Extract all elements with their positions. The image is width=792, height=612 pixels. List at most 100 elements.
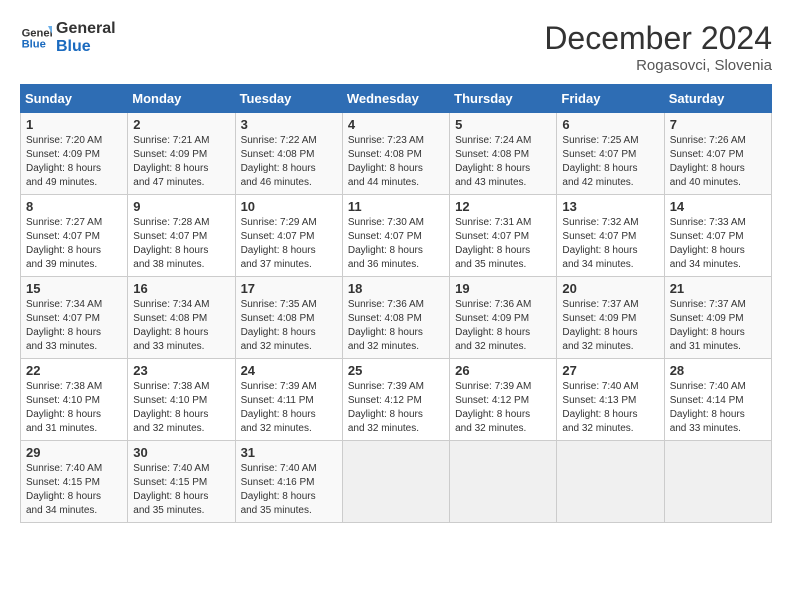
day-info: Sunrise: 7:36 AM Sunset: 4:09 PM Dayligh… (455, 298, 551, 354)
daylight-label: Daylight: 8 hoursand 31 minutes. (670, 327, 745, 352)
calendar-cell: 26 Sunrise: 7:39 AM Sunset: 4:12 PM Dayl… (450, 359, 557, 441)
sunset-label: Sunset: 4:08 PM (348, 149, 422, 160)
sunset-label: Sunset: 4:07 PM (670, 149, 744, 160)
daylight-label: Daylight: 8 hoursand 31 minutes. (26, 409, 101, 434)
sunset-label: Sunset: 4:08 PM (241, 313, 315, 324)
calendar-cell: 24 Sunrise: 7:39 AM Sunset: 4:11 PM Dayl… (235, 359, 342, 441)
day-number: 26 (455, 363, 551, 378)
day-info: Sunrise: 7:35 AM Sunset: 4:08 PM Dayligh… (241, 298, 337, 354)
day-info: Sunrise: 7:39 AM Sunset: 4:11 PM Dayligh… (241, 380, 337, 436)
daylight-label: Daylight: 8 hoursand 37 minutes. (241, 245, 316, 270)
sunset-label: Sunset: 4:11 PM (241, 395, 314, 406)
daylight-label: Daylight: 8 hoursand 32 minutes. (241, 327, 316, 352)
calendar-cell: 28 Sunrise: 7:40 AM Sunset: 4:14 PM Dayl… (664, 359, 771, 441)
day-number: 27 (562, 363, 658, 378)
daylight-label: Daylight: 8 hoursand 32 minutes. (348, 327, 423, 352)
sunrise-label: Sunrise: 7:40 AM (670, 381, 746, 392)
day-number: 7 (670, 117, 766, 132)
sunrise-label: Sunrise: 7:40 AM (133, 463, 209, 474)
calendar-cell: 13 Sunrise: 7:32 AM Sunset: 4:07 PM Dayl… (557, 195, 664, 277)
daylight-label: Daylight: 8 hoursand 43 minutes. (455, 163, 530, 188)
daylight-label: Daylight: 8 hoursand 34 minutes. (26, 491, 101, 516)
sunrise-label: Sunrise: 7:40 AM (26, 463, 102, 474)
header-row: Sunday Monday Tuesday Wednesday Thursday… (21, 85, 772, 113)
daylight-label: Daylight: 8 hoursand 47 minutes. (133, 163, 208, 188)
daylight-label: Daylight: 8 hoursand 35 minutes. (241, 491, 316, 516)
day-info: Sunrise: 7:22 AM Sunset: 4:08 PM Dayligh… (241, 134, 337, 190)
day-info: Sunrise: 7:26 AM Sunset: 4:07 PM Dayligh… (670, 134, 766, 190)
calendar-cell: 11 Sunrise: 7:30 AM Sunset: 4:07 PM Dayl… (342, 195, 449, 277)
sunset-label: Sunset: 4:09 PM (562, 313, 636, 324)
calendar-row: 22 Sunrise: 7:38 AM Sunset: 4:10 PM Dayl… (21, 359, 772, 441)
sunset-label: Sunset: 4:07 PM (670, 231, 744, 242)
calendar-cell: 25 Sunrise: 7:39 AM Sunset: 4:12 PM Dayl… (342, 359, 449, 441)
calendar-cell: 19 Sunrise: 7:36 AM Sunset: 4:09 PM Dayl… (450, 277, 557, 359)
day-info: Sunrise: 7:30 AM Sunset: 4:07 PM Dayligh… (348, 216, 444, 272)
sunset-label: Sunset: 4:15 PM (133, 477, 207, 488)
sunrise-label: Sunrise: 7:29 AM (241, 217, 317, 228)
daylight-label: Daylight: 8 hoursand 44 minutes. (348, 163, 423, 188)
day-number: 4 (348, 117, 444, 132)
day-info: Sunrise: 7:37 AM Sunset: 4:09 PM Dayligh… (670, 298, 766, 354)
day-info: Sunrise: 7:29 AM Sunset: 4:07 PM Dayligh… (241, 216, 337, 272)
sunrise-label: Sunrise: 7:38 AM (26, 381, 102, 392)
sunset-label: Sunset: 4:07 PM (241, 231, 315, 242)
logo: General Blue General Blue (20, 20, 116, 55)
sunset-label: Sunset: 4:07 PM (26, 231, 100, 242)
sunset-label: Sunset: 4:09 PM (455, 313, 529, 324)
calendar-cell: 7 Sunrise: 7:26 AM Sunset: 4:07 PM Dayli… (664, 113, 771, 195)
calendar-cell (450, 441, 557, 523)
day-info: Sunrise: 7:21 AM Sunset: 4:09 PM Dayligh… (133, 134, 229, 190)
day-info: Sunrise: 7:40 AM Sunset: 4:16 PM Dayligh… (241, 462, 337, 518)
sunset-label: Sunset: 4:07 PM (26, 313, 100, 324)
calendar-cell: 15 Sunrise: 7:34 AM Sunset: 4:07 PM Dayl… (21, 277, 128, 359)
day-number: 15 (26, 281, 122, 296)
title-block: December 2024 Rogasovci, Slovenia (544, 20, 772, 74)
day-number: 30 (133, 445, 229, 460)
day-info: Sunrise: 7:40 AM Sunset: 4:15 PM Dayligh… (133, 462, 229, 518)
day-number: 31 (241, 445, 337, 460)
day-number: 17 (241, 281, 337, 296)
day-number: 28 (670, 363, 766, 378)
calendar-cell: 4 Sunrise: 7:23 AM Sunset: 4:08 PM Dayli… (342, 113, 449, 195)
sunrise-label: Sunrise: 7:32 AM (562, 217, 638, 228)
daylight-label: Daylight: 8 hoursand 33 minutes. (26, 327, 101, 352)
header-tuesday: Tuesday (235, 85, 342, 113)
sunset-label: Sunset: 4:08 PM (241, 149, 315, 160)
daylight-label: Daylight: 8 hoursand 35 minutes. (455, 245, 530, 270)
sunset-label: Sunset: 4:09 PM (26, 149, 100, 160)
calendar-cell: 16 Sunrise: 7:34 AM Sunset: 4:08 PM Dayl… (128, 277, 235, 359)
day-number: 11 (348, 199, 444, 214)
daylight-label: Daylight: 8 hoursand 42 minutes. (562, 163, 637, 188)
day-info: Sunrise: 7:37 AM Sunset: 4:09 PM Dayligh… (562, 298, 658, 354)
day-number: 24 (241, 363, 337, 378)
sunrise-label: Sunrise: 7:34 AM (26, 299, 102, 310)
day-number: 12 (455, 199, 551, 214)
daylight-label: Daylight: 8 hoursand 40 minutes. (670, 163, 745, 188)
location-subtitle: Rogasovci, Slovenia (544, 57, 772, 74)
daylight-label: Daylight: 8 hoursand 38 minutes. (133, 245, 208, 270)
day-number: 6 (562, 117, 658, 132)
calendar-cell: 3 Sunrise: 7:22 AM Sunset: 4:08 PM Dayli… (235, 113, 342, 195)
sunrise-label: Sunrise: 7:24 AM (455, 135, 531, 146)
calendar-cell: 23 Sunrise: 7:38 AM Sunset: 4:10 PM Dayl… (128, 359, 235, 441)
day-info: Sunrise: 7:36 AM Sunset: 4:08 PM Dayligh… (348, 298, 444, 354)
sunrise-label: Sunrise: 7:33 AM (670, 217, 746, 228)
sunset-label: Sunset: 4:14 PM (670, 395, 744, 406)
day-number: 8 (26, 199, 122, 214)
sunset-label: Sunset: 4:09 PM (670, 313, 744, 324)
header-monday: Monday (128, 85, 235, 113)
sunset-label: Sunset: 4:07 PM (455, 231, 529, 242)
day-info: Sunrise: 7:27 AM Sunset: 4:07 PM Dayligh… (26, 216, 122, 272)
day-number: 21 (670, 281, 766, 296)
day-info: Sunrise: 7:38 AM Sunset: 4:10 PM Dayligh… (133, 380, 229, 436)
day-info: Sunrise: 7:23 AM Sunset: 4:08 PM Dayligh… (348, 134, 444, 190)
calendar-cell: 17 Sunrise: 7:35 AM Sunset: 4:08 PM Dayl… (235, 277, 342, 359)
sunrise-label: Sunrise: 7:20 AM (26, 135, 102, 146)
calendar-cell: 14 Sunrise: 7:33 AM Sunset: 4:07 PM Dayl… (664, 195, 771, 277)
header-thursday: Thursday (450, 85, 557, 113)
sunset-label: Sunset: 4:09 PM (133, 149, 207, 160)
calendar-cell: 20 Sunrise: 7:37 AM Sunset: 4:09 PM Dayl… (557, 277, 664, 359)
logo-icon: General Blue (20, 22, 52, 54)
calendar-cell: 9 Sunrise: 7:28 AM Sunset: 4:07 PM Dayli… (128, 195, 235, 277)
